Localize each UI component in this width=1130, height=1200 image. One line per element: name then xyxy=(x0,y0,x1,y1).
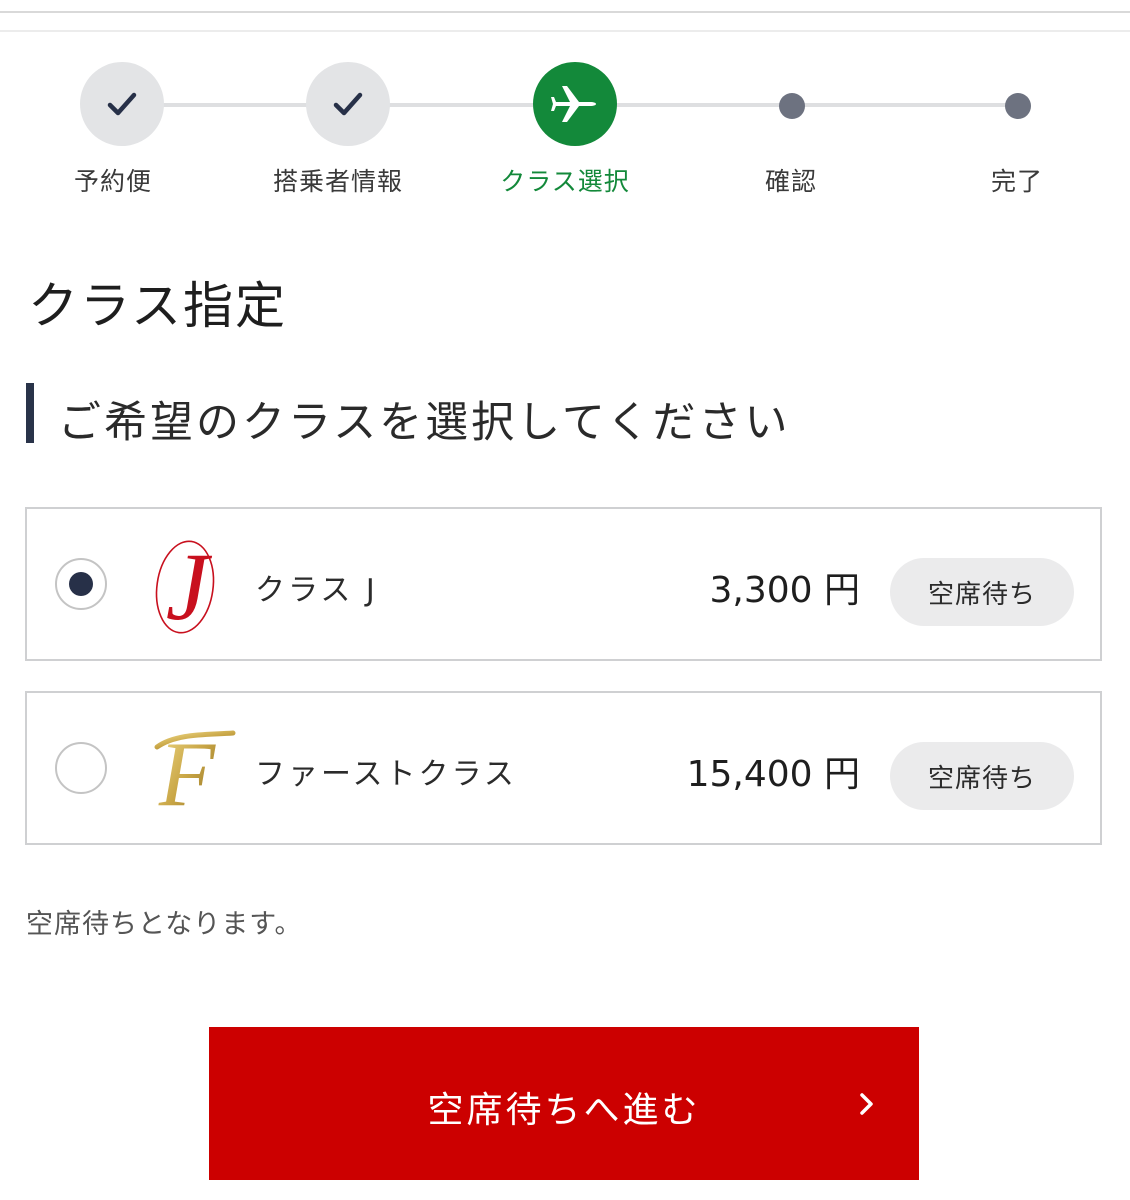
class-j-status-badge: 空席待ち xyxy=(890,558,1074,626)
class-j-logo: J xyxy=(155,533,215,640)
step-2-label: 搭乗者情報 xyxy=(272,167,404,196)
section-accent-bar xyxy=(26,383,34,443)
step-2-circle xyxy=(306,62,390,146)
proceed-waitlist-button[interactable]: 空席待ちへ進む xyxy=(209,1027,919,1180)
step-5-dot xyxy=(1005,93,1031,119)
step-4-label: 確認 xyxy=(764,167,818,196)
first-class-logo: F xyxy=(154,723,236,825)
first-class-name: ファーストクラス xyxy=(255,757,517,792)
step-1-circle xyxy=(80,62,164,146)
chevron-right-icon xyxy=(860,1093,873,1115)
check-icon xyxy=(107,92,137,116)
progress-stepper: 予約便 搭乗者情報 クラス選択 確認 完了 xyxy=(0,0,1130,220)
step-1-label: 予約便 xyxy=(73,167,153,196)
class-j-name: クラス J xyxy=(255,573,378,608)
class-j-price: 3,300 円 xyxy=(709,570,860,611)
section-title: ご希望のクラスを選択してください xyxy=(58,398,791,448)
step-3-circle xyxy=(533,62,617,146)
waitlist-note: 空席待ちとなります。 xyxy=(26,909,303,940)
step-4-dot xyxy=(779,93,805,119)
airplane-icon xyxy=(551,86,596,122)
step-3-label: クラス選択 xyxy=(500,167,630,196)
first-class-status-badge: 空席待ち xyxy=(890,742,1074,810)
page-title: クラス指定 xyxy=(28,277,287,335)
proceed-button-label: 空席待ちへ進む xyxy=(427,1090,701,1131)
class-j-radio[interactable] xyxy=(55,558,107,610)
step-5-label: 完了 xyxy=(990,167,1044,196)
class-option-j[interactable]: J クラス J 3,300 円 空席待ち xyxy=(25,507,1102,661)
check-icon xyxy=(333,92,363,116)
first-class-radio[interactable] xyxy=(55,742,107,794)
first-class-price: 15,400 円 xyxy=(686,754,860,795)
svg-text:J: J xyxy=(166,533,213,640)
class-option-first[interactable]: F ファーストクラス 15,400 円 空席待ち xyxy=(25,691,1102,845)
